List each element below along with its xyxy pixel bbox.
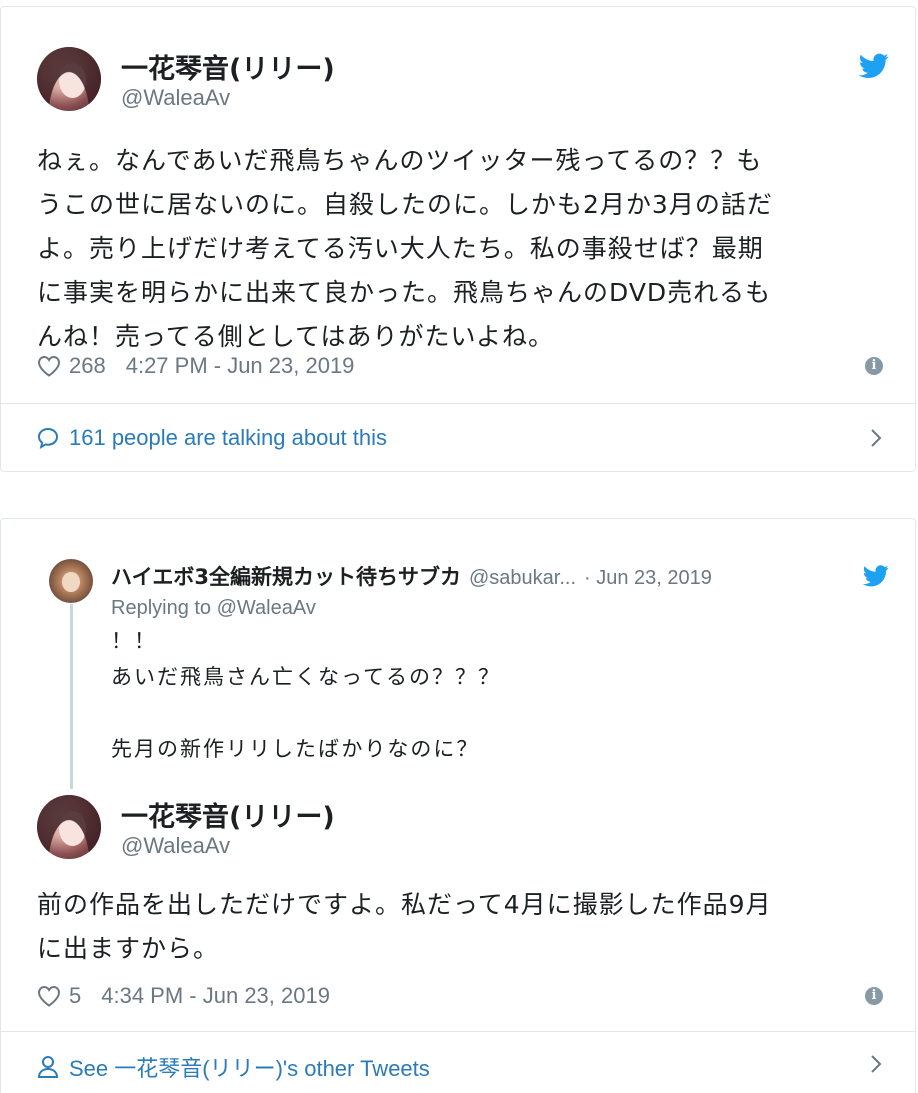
tweet-meta: 5 4:34 PM - Jun 23, 2019 [37,983,330,1009]
author-handle[interactable]: @WaleaAv [121,833,230,859]
divider [1,1031,915,1032]
heart-icon[interactable] [37,355,61,377]
talking-about-link[interactable]: 161 people are talking about this [37,425,387,451]
tweet-timestamp[interactable]: 4:27 PM - Jun 23, 2019 [126,353,355,379]
tweet-text-line: 前の作品を出しただけですよ。私だって4月に撮影した作品9月 [37,890,772,919]
tweet-text: 前の作品を出しただけですよ。私だって4月に撮影した作品9月 に出ますから。 [37,883,772,971]
author-name[interactable]: 一花琴音(リリー) [121,47,335,86]
speech-bubble-icon [37,427,59,449]
chevron-right-icon[interactable] [869,427,883,449]
parent-text-line [111,695,501,731]
tweet-text-line: に出ますから。 [37,934,220,963]
parent-tweet-date[interactable]: · Jun 23, 2019 [584,567,712,590]
parent-author-name[interactable]: ハイエボ3全編新規カット待ちサブカ [111,561,461,591]
tweet-timestamp[interactable]: 4:34 PM - Jun 23, 2019 [101,983,330,1009]
twitter-bird-icon[interactable] [859,53,889,79]
like-count[interactable]: 5 [69,983,81,1009]
author-name[interactable]: 一花琴音(リリー) [121,795,335,834]
parent-tweet-text: ！！ あいだ飛鳥さん亡くなってるの？？？ 先月の新作リリしたばかりなのに？ [111,623,501,767]
person-icon [37,1056,59,1078]
divider [1,403,915,404]
parent-text-line: ！！ [111,629,157,653]
parent-tweet-header: ハイエボ3全編新規カット待ちサブカ @sabukar... · Jun 23, … [111,561,712,591]
parent-text-line: 先月の新作リリしたばかりなのに？ [111,737,480,761]
tweet-text-line: うこの世に居ないのに。自殺したのに。しかも2月か3月の話だ [37,190,773,219]
tweet-card-2: ハイエボ3全編新規カット待ちサブカ @sabukar... · Jun 23, … [0,518,916,1093]
tweet-meta: 268 4:27 PM - Jun 23, 2019 [37,353,354,379]
thread-line [70,604,73,789]
info-icon[interactable]: i [865,357,883,375]
parent-author-avatar[interactable] [49,559,93,603]
parent-text-line: あいだ飛鳥さん亡くなってるの？？？ [111,665,501,689]
tweet-text-line: に事実を明らかに出来て良かった。飛鳥ちゃんのDVD売れるも [37,278,772,307]
replying-to[interactable]: Replying to @WaleaAv [111,597,316,620]
author-avatar[interactable] [37,47,101,111]
author-avatar[interactable] [37,795,101,859]
tweet-text-line: よ。売り上げだけ考えてる汚い大人たち。私の事殺せば？最期 [37,234,764,263]
twitter-bird-icon[interactable] [863,565,889,587]
info-icon[interactable]: i [865,987,883,1005]
parent-author-handle[interactable]: @sabukar... [469,567,576,590]
tweet-text: ねぇ。なんであいだ飛鳥ちゃんのツイッター残ってるの？？も うこの世に居ないのに。… [37,139,773,359]
heart-icon[interactable] [37,985,61,1007]
other-tweets-text: See 一花琴音(リリー)'s other Tweets [69,1056,430,1081]
chevron-right-icon[interactable] [869,1053,883,1075]
author-handle[interactable]: @WaleaAv [121,85,230,111]
tweet-text-line: ねぇ。なんであいだ飛鳥ちゃんのツイッター残ってるの？？も [37,146,763,175]
other-tweets-link[interactable]: See 一花琴音(リリー)'s other Tweets [37,1051,430,1083]
like-count[interactable]: 268 [69,353,106,379]
tweet-card-1: 一花琴音(リリー) @WaleaAv ねぇ。なんであいだ飛鳥ちゃんのツイッター残… [0,6,916,472]
talking-about-text: 161 people are talking about this [69,425,388,450]
